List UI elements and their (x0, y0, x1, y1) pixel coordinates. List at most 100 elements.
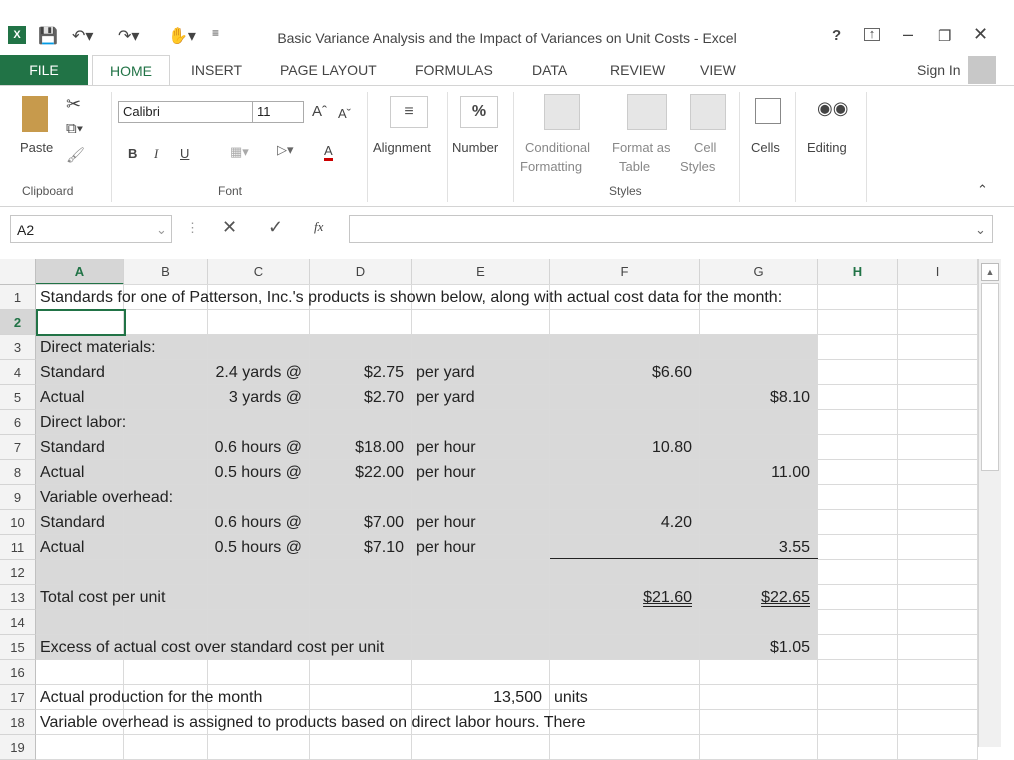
tab-insert[interactable]: INSERT (191, 62, 242, 78)
name-box[interactable]: A2 (10, 215, 172, 243)
row-header-6[interactable]: 6 (0, 410, 36, 435)
select-all-corner[interactable] (0, 259, 36, 285)
column-header-e[interactable]: E (412, 259, 550, 285)
name-box-dropdown-icon[interactable]: ⌄ (156, 222, 167, 238)
formula-input[interactable] (349, 215, 993, 243)
tab-file[interactable]: FILE (0, 55, 88, 85)
cells-icon[interactable] (755, 98, 781, 124)
tab-view[interactable]: VIEW (700, 62, 736, 78)
shrink-font-icon[interactable]: Aˇ (338, 106, 351, 121)
column-header-d[interactable]: D (310, 259, 412, 285)
row-header-16[interactable]: 16 (0, 660, 36, 685)
cell-f13: $21.60 (643, 589, 692, 606)
vertical-scrollbar[interactable]: ▲ (978, 259, 1001, 747)
avatar[interactable] (968, 56, 996, 84)
scroll-up-icon[interactable]: ▲ (981, 263, 999, 281)
cell-styles-label: Styles (680, 159, 716, 174)
conditional-formatting-label: Formatting (520, 159, 583, 174)
alignment-button[interactable]: Alignment (373, 140, 431, 155)
binoculars-icon[interactable]: ◉◉ (817, 98, 848, 119)
editing-button[interactable]: Editing (807, 140, 847, 155)
cell-styles-button[interactable]: Cell (694, 140, 716, 155)
column-header-g[interactable]: G (700, 259, 818, 285)
number-button[interactable]: Number (452, 140, 498, 155)
row-header-13[interactable]: 13 (0, 585, 36, 610)
cell-d11: $7.10 (363, 539, 404, 556)
help-button[interactable]: ? (832, 27, 841, 44)
italic-button[interactable]: I (154, 146, 158, 162)
group-clipboard: Clipboard (22, 184, 74, 198)
paste-button[interactable]: Paste (20, 140, 53, 155)
row-header-1[interactable]: 1 (0, 285, 36, 310)
expand-formula-icon[interactable]: ⌄ (975, 222, 986, 238)
collapse-ribbon-icon[interactable]: ⌃ (977, 182, 988, 198)
selected-cell-a2[interactable] (36, 309, 126, 336)
scrollbar-thumb[interactable] (981, 283, 999, 471)
percent-icon[interactable]: % (460, 96, 498, 128)
row-header-19[interactable]: 19 (0, 735, 36, 760)
minimize-icon[interactable]: – (903, 24, 913, 45)
cell-e10: per hour (416, 514, 476, 531)
borders-icon[interactable]: ▦▾ (230, 144, 249, 160)
cancel-icon[interactable]: ✕ (222, 217, 237, 238)
divider (739, 92, 740, 202)
restore-icon[interactable]: ❐ (938, 27, 951, 45)
conditional-formatting-icon[interactable] (544, 94, 580, 130)
row-header-10[interactable]: 10 (0, 510, 36, 535)
column-header-h[interactable]: H (818, 259, 898, 285)
row-header-5[interactable]: 5 (0, 385, 36, 410)
row-header-11[interactable]: 11 (0, 535, 36, 560)
cell-f17: units (554, 689, 588, 706)
insert-function-icon[interactable]: fx (314, 219, 323, 235)
row-header-15[interactable]: 15 (0, 635, 36, 660)
column-header-f[interactable]: F (550, 259, 700, 285)
sign-in-link[interactable]: Sign In (917, 62, 961, 78)
row-header-17[interactable]: 17 (0, 685, 36, 710)
row-header-14[interactable]: 14 (0, 610, 36, 635)
tab-formulas[interactable]: FORMULAS (415, 62, 493, 78)
column-header-i[interactable]: I (898, 259, 978, 285)
close-icon[interactable]: ✕ (973, 24, 988, 45)
format-as-table-icon[interactable] (627, 94, 667, 130)
cells-button[interactable]: Cells (751, 140, 780, 155)
cell-c7: 0.6 hours @ (214, 439, 302, 456)
tab-home[interactable]: HOME (92, 55, 170, 86)
column-header-c[interactable]: C (208, 259, 310, 285)
column-header-a[interactable]: A (36, 259, 124, 285)
row-header-12[interactable]: 12 (0, 560, 36, 585)
row-header-9[interactable]: 9 (0, 485, 36, 510)
divider (447, 92, 448, 202)
paste-icon[interactable] (22, 96, 48, 132)
cell-d7: $18.00 (355, 439, 404, 456)
row-header-7[interactable]: 7 (0, 435, 36, 460)
tab-page-layout[interactable]: PAGE LAYOUT (280, 62, 377, 78)
tab-data[interactable]: DATA (532, 62, 567, 78)
cell-styles-icon[interactable] (690, 94, 726, 130)
format-as-table-button[interactable]: Format as (612, 140, 671, 155)
copy-icon[interactable]: ⧉▾ (66, 120, 83, 137)
format-painter-icon[interactable]: 🖌 (66, 146, 85, 164)
cell-g8: 11.00 (771, 464, 810, 481)
fill-color-icon[interactable]: ▷▾ (277, 142, 294, 158)
tab-review[interactable]: REVIEW (610, 62, 665, 78)
enter-icon[interactable]: ✓ (268, 217, 283, 238)
font-name-select[interactable]: Calibri (118, 101, 254, 123)
cell-a3: Direct materials: (40, 339, 156, 356)
column-header-b[interactable]: B (124, 259, 208, 285)
row-header-2[interactable]: 2 (0, 310, 36, 335)
cut-icon[interactable]: ✂ (66, 94, 81, 115)
underline-button[interactable]: U (180, 146, 189, 161)
alignment-icon[interactable]: ≡ (390, 96, 428, 128)
font-color-icon[interactable]: A (324, 144, 333, 161)
ribbon-display-icon[interactable]: ↑ (864, 27, 880, 41)
row-header-8[interactable]: 8 (0, 460, 36, 485)
font-size-select[interactable]: 11 (252, 101, 304, 123)
row-header-4[interactable]: 4 (0, 360, 36, 385)
cell-c8: 0.5 hours @ (214, 464, 302, 481)
conditional-formatting-button[interactable]: Conditional (525, 140, 590, 155)
row-header-18[interactable]: 18 (0, 710, 36, 735)
divider (795, 92, 796, 202)
bold-button[interactable]: B (128, 146, 137, 161)
grow-font-icon[interactable]: Aˆ (312, 103, 327, 120)
row-header-3[interactable]: 3 (0, 335, 36, 360)
